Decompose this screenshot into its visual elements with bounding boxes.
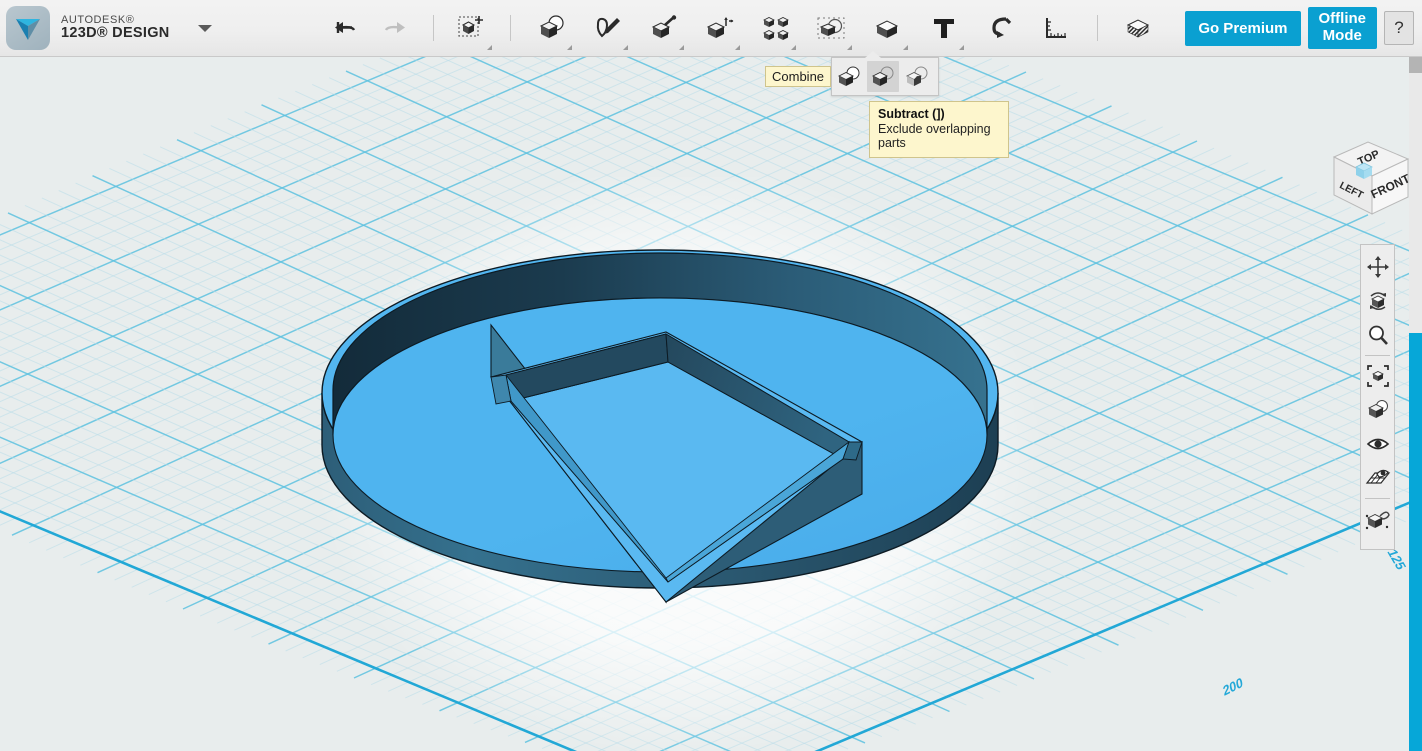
dropdown-caret-icon [678,45,684,50]
measure-button[interactable] [1037,8,1075,48]
chevron-down-icon[interactable] [197,24,212,32]
snap-button[interactable] [981,8,1019,48]
navigation-toolbar [1360,244,1395,550]
combine-flyout-panel [831,51,939,96]
construct-button[interactable] [645,8,684,50]
pan-arrows-icon[interactable] [1362,250,1393,284]
combine-group-label: Combine [765,66,832,87]
help-button[interactable]: ? [1384,11,1414,45]
magnifier-icon[interactable] [1362,318,1393,352]
app-root: AUTODESK® 123D® DESIGN Go Premium Offlin… [0,0,1422,751]
toolbar-divider [1096,15,1098,41]
offline-mode-line1: Offline [1318,10,1367,28]
combine-merge-option[interactable] [833,61,865,92]
transform-button[interactable] [453,8,492,50]
text-button[interactable] [925,8,964,50]
nav-divider [1365,355,1390,356]
go-premium-button[interactable]: Go Premium [1185,10,1301,46]
scrollbar-cap [1409,57,1422,73]
material-button[interactable] [1120,8,1158,48]
top-toolbar: AUTODESK® 123D® DESIGN Go Premium Offlin… [0,0,1422,57]
modify-button[interactable] [701,8,740,50]
sketch-button[interactable] [589,8,628,50]
autodesk-123d-logo-icon [6,6,50,50]
model-object[interactable] [0,57,1422,751]
offline-mode-line2: Mode [1322,27,1362,44]
eye-icon[interactable] [1362,427,1393,461]
brand-area[interactable]: AUTODESK® 123D® DESIGN [0,6,212,50]
grouping-button[interactable] [813,8,852,50]
3d-viewport[interactable]: 200 125 TOP LEFT FRONT [0,57,1422,751]
combine-button[interactable] [869,8,908,50]
snap-to-grid-cube-icon[interactable] [1362,502,1393,536]
combine-subtract-option[interactable] [867,61,899,92]
brand-text: AUTODESK® 123D® DESIGN [61,14,170,42]
account-actions: Go Premium Offline Mode ? [1185,7,1422,49]
subtract-tooltip: Subtract (]) Exclude overlapping parts [869,101,1009,158]
offline-mode-button[interactable]: Offline Mode [1307,7,1377,49]
toolbar-buttons [320,0,1167,57]
brand-title: 123D® DESIGN [61,25,170,42]
viewcube[interactable]: TOP LEFT FRONT [1316,135,1416,221]
vertical-scrollbar-thumb[interactable] [1409,333,1422,751]
undo-button[interactable] [326,8,364,48]
toolbar-divider [432,15,434,41]
primitives-button[interactable] [533,8,572,50]
fit-bracket-cube-icon[interactable] [1362,359,1393,393]
dropdown-caret-icon [486,45,492,50]
dropdown-caret-icon [902,45,908,50]
dropdown-caret-icon [790,45,796,50]
combine-intersect-option[interactable] [901,61,933,92]
dropdown-caret-icon [734,45,740,50]
grid-snap-icon[interactable] [1362,461,1393,495]
tooltip-title: Subtract (]) [878,107,945,121]
dropdown-caret-icon [622,45,628,50]
nav-divider [1365,498,1390,499]
dropdown-caret-icon [958,45,964,50]
orbit-cube-icon[interactable] [1362,284,1393,318]
redo-button[interactable] [376,8,414,48]
toolbar-divider [509,15,511,41]
dropdown-caret-icon [846,45,852,50]
tooltip-description: Exclude overlapping parts [878,122,991,150]
pattern-button[interactable] [757,8,796,50]
visual-style-cube-icon[interactable] [1362,393,1393,427]
dropdown-caret-icon [566,45,572,50]
